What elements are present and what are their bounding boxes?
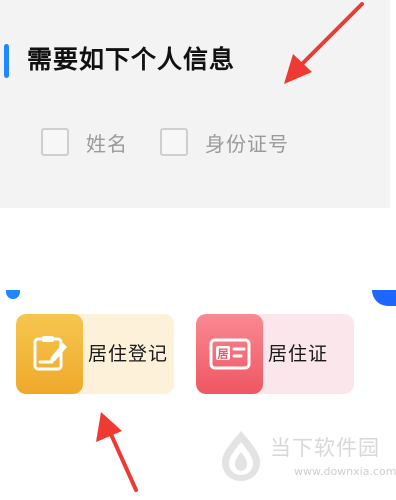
name-label: 姓名 xyxy=(86,131,128,156)
personal-info-card: 需要如下个人信息 姓名 身份证号 xyxy=(0,0,390,208)
section-accent-bar xyxy=(4,44,9,78)
screenshot-page: 需要如下个人信息 姓名 身份证号 居住登记 居 居住证 当下软件园 www.do… xyxy=(0,0,396,500)
residence-card-icon: 居 xyxy=(196,314,263,394)
pencil-document-icon xyxy=(16,314,83,394)
watermark-url: www.downxia.com xyxy=(294,465,396,478)
name-checkbox[interactable] xyxy=(41,128,69,156)
residence-permit-button[interactable]: 居 居住证 xyxy=(196,314,354,394)
watermark: 当下软件园 www.downxia.com xyxy=(214,428,396,488)
option-name[interactable]: 姓名 xyxy=(41,125,128,159)
panel-edge-left xyxy=(6,290,20,299)
residence-registration-label: 居住登记 xyxy=(88,343,169,365)
residence-permit-label: 居住证 xyxy=(268,343,329,365)
option-id-number[interactable]: 身份证号 xyxy=(160,125,289,159)
id-number-label: 身份证号 xyxy=(205,131,289,156)
service-panel: 居住登记 居 居住证 xyxy=(0,290,396,440)
id-number-checkbox[interactable] xyxy=(160,128,188,156)
watermark-site-name: 当下软件园 xyxy=(270,436,380,460)
panel-edge-right xyxy=(372,290,396,306)
residence-registration-button[interactable]: 居住登记 xyxy=(16,314,174,394)
watermark-logo-icon xyxy=(222,431,260,481)
residence-card-icon-text: 居 xyxy=(217,348,228,361)
section-title: 需要如下个人信息 xyxy=(27,45,236,74)
